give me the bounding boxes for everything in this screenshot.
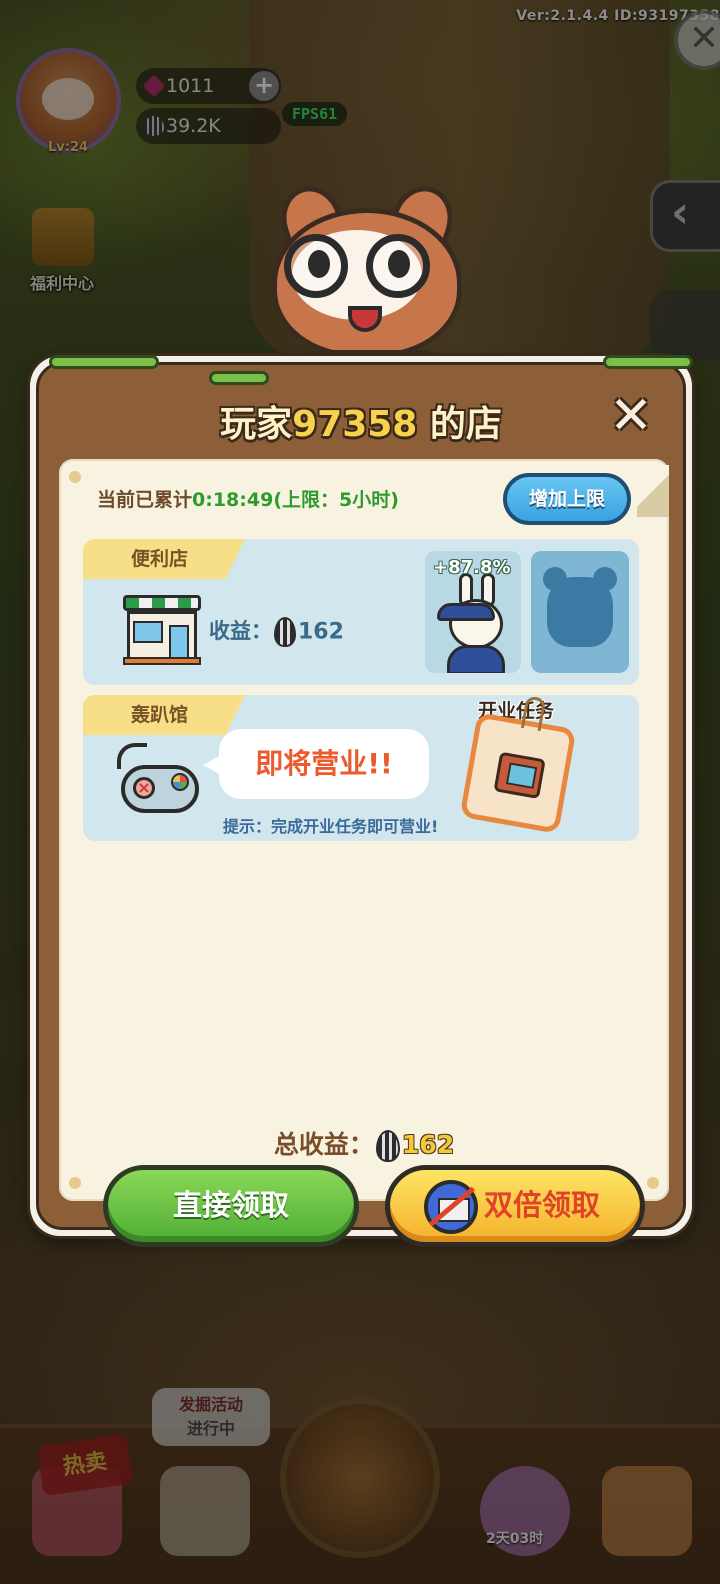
total-value: 162 <box>401 1130 455 1159</box>
dialog-wood-frame: 玩家97358 的店 ✕ 当前已累计0:18:49(上限：5小时) 增加上限 便… <box>36 355 693 1247</box>
bear-silhouette-icon <box>543 567 617 647</box>
accum-time: 0:18:49 <box>192 489 274 511</box>
dialog-paper: 当前已累计0:18:49(上限：5小时) 增加上限 便利店 收益： 162 +8… <box>59 459 669 1247</box>
accum-label: 当前已累计 <box>97 489 193 511</box>
total-income: 总收益： 162 <box>59 1125 669 1162</box>
sunflower-seed-icon <box>375 1130 400 1162</box>
rabbit-body <box>447 645 505 673</box>
gamepad-icon: × <box>117 743 201 819</box>
dialog-title: 玩家97358 的店 <box>39 395 683 447</box>
staff-rabbit-card[interactable]: +87.8% <box>425 551 521 673</box>
opening-hint: 提示：完成开业任务即可营业! <box>223 817 439 836</box>
title-suffix: 的店 <box>417 404 502 445</box>
leaf-decoration <box>603 355 693 369</box>
accumulated-time: 当前已累计0:18:49(上限：5小时) <box>97 485 399 512</box>
income-label: 收益： <box>209 619 272 643</box>
convenience-store-icon <box>123 595 201 665</box>
leaf-decoration <box>49 355 159 369</box>
sunflower-seed-icon <box>274 617 296 647</box>
shop-name-tag: 轰趴馆 <box>83 695 245 735</box>
video-ad-icon <box>424 1180 478 1234</box>
empty-staff-slot[interactable] <box>531 551 629 673</box>
claim-direct-button[interactable]: 直接领取 <box>103 1165 359 1247</box>
shop-income-dialog: 玩家97358 的店 ✕ 当前已累计0:18:49(上限：5小时) 增加上限 便… <box>30 355 693 1247</box>
income-value: 162 <box>298 619 344 645</box>
paper-fold <box>637 465 669 517</box>
mascot-eye <box>308 250 330 278</box>
tv-icon <box>493 751 546 800</box>
claim-double-button[interactable]: 双倍领取 <box>385 1165 645 1247</box>
pin-decoration <box>69 471 81 483</box>
title-prefix: 玩家 <box>220 404 293 445</box>
shop-name-tag: 便利店 <box>83 539 245 579</box>
pin-decoration <box>69 1177 81 1189</box>
leaf-decoration <box>209 371 269 385</box>
opening-soon-bubble: 即将营业!! <box>203 729 429 799</box>
opening-task-button[interactable] <box>459 712 577 834</box>
increase-limit-button[interactable]: 增加上限 <box>503 473 631 525</box>
mascot-eye <box>388 250 410 278</box>
shop-income: 收益： 162 <box>209 615 344 647</box>
rabbit-cap <box>437 603 495 621</box>
accum-limit: (上限：5小时) <box>273 489 399 511</box>
staff-bonus: +87.8% <box>433 557 511 578</box>
shop-card-convenience[interactable]: 便利店 收益： 162 +87.8% <box>83 539 639 685</box>
close-icon[interactable]: ✕ <box>603 389 659 445</box>
total-label: 总收益： <box>273 1130 374 1159</box>
player-id: 97358 <box>292 404 418 445</box>
pin-decoration <box>647 1177 659 1189</box>
claim-double-label: 双倍领取 <box>484 1188 601 1222</box>
